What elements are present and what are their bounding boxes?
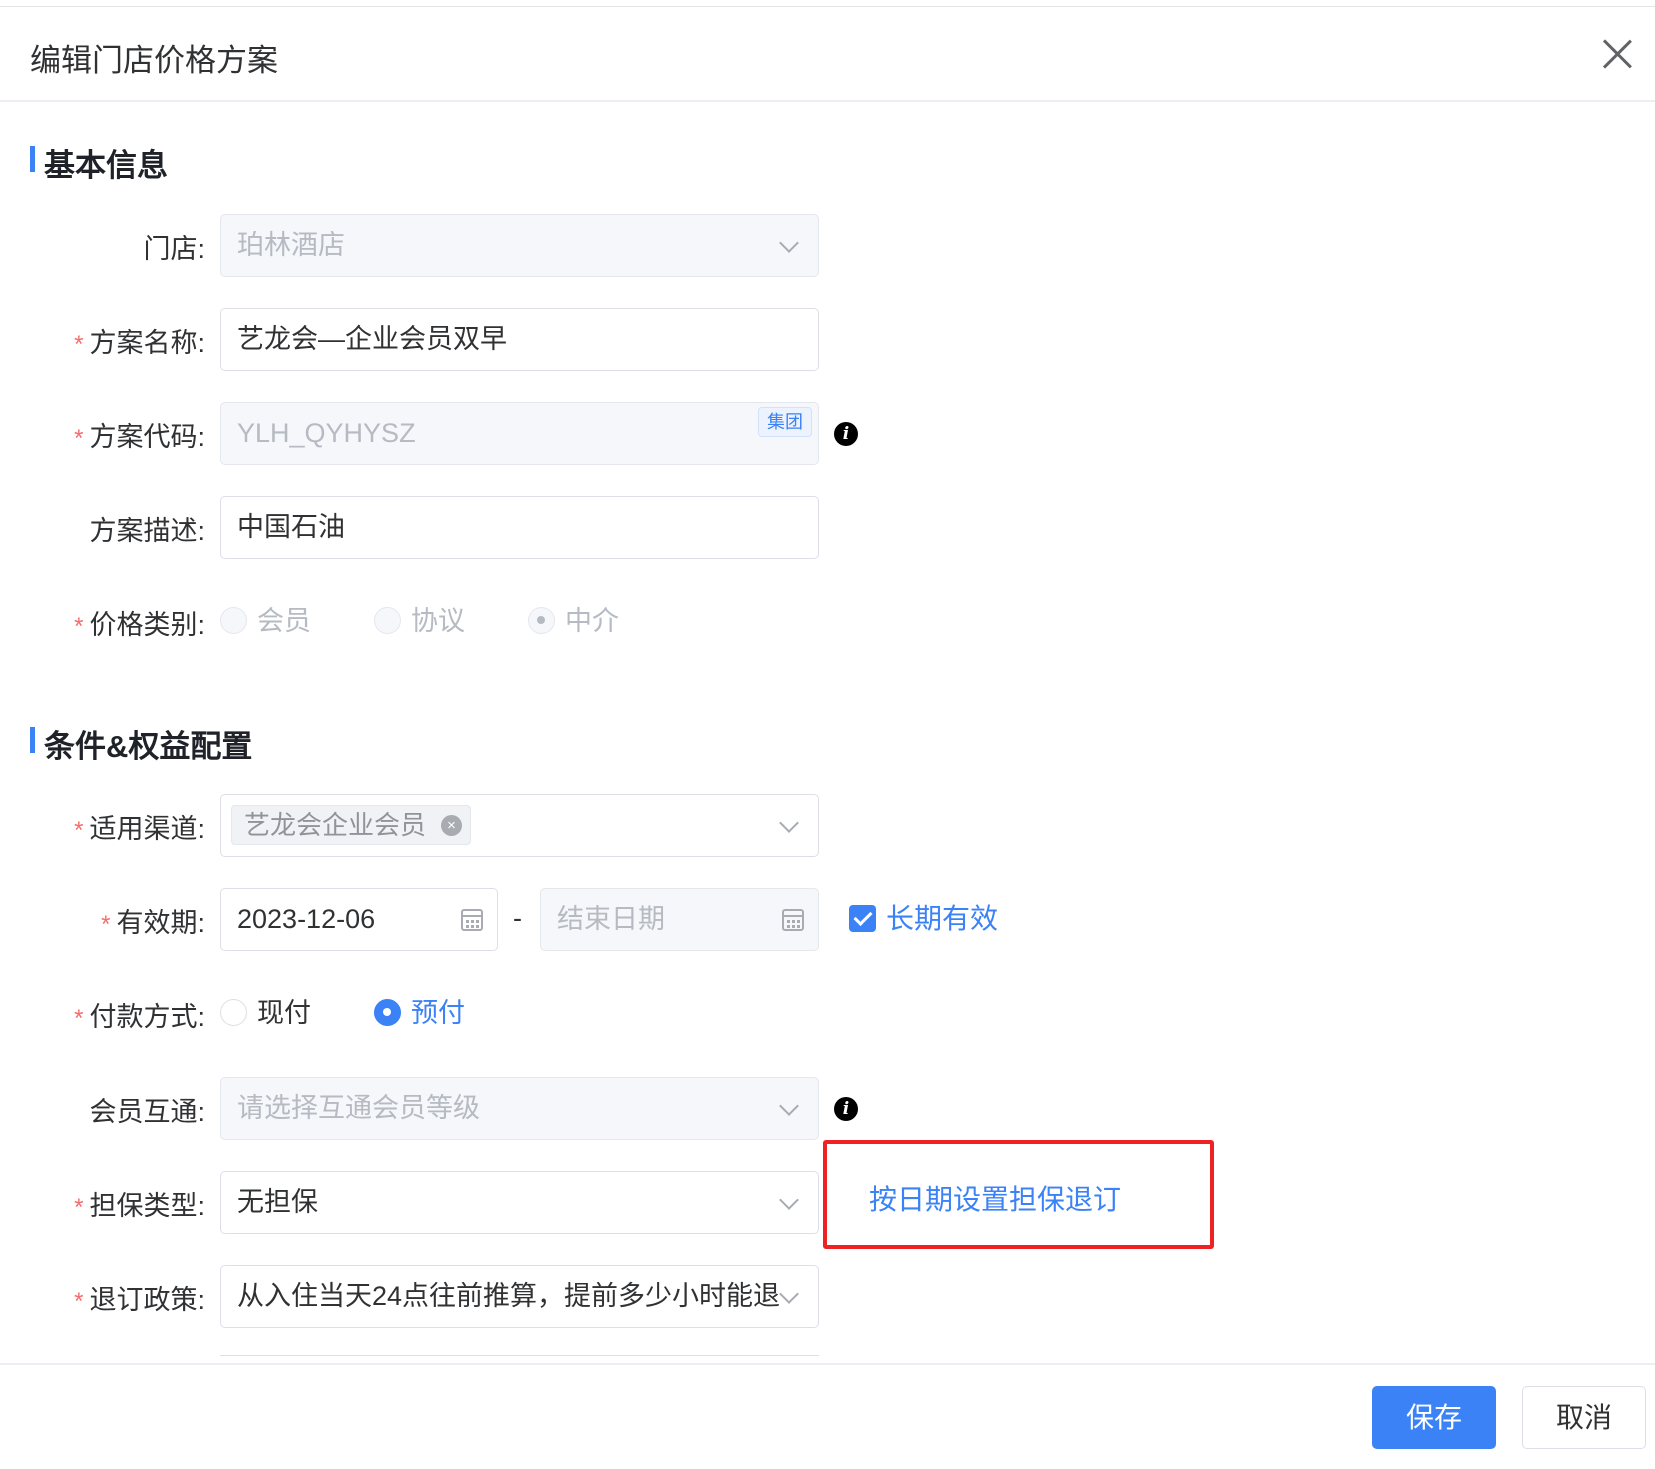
section-marker [30,146,35,172]
chevron-down-icon [779,813,799,833]
radio-circle-selected[interactable] [374,999,401,1026]
info-icon[interactable]: i [834,1097,858,1121]
radio-circle [220,607,247,634]
chevron-down-icon [779,1284,799,1304]
dialog-footer: 保存 取消 [0,1363,1655,1469]
calendar-icon [782,909,804,931]
plan-code-label: * 方案代码: [74,422,205,452]
dialog-header: 编辑门店价格方案 [0,7,1655,102]
save-button[interactable]: 保存 [1372,1386,1496,1449]
remove-icon[interactable]: × [441,815,463,836]
channel-chip: 艺龙会企业会员 × [231,805,472,845]
edit-price-plan-dialog: 编辑门店价格方案 基本信息 门店: 珀林酒店 * 方案名称: 艺龙会—企业会员双早… [0,0,1655,1469]
section-title-conditions: 条件&权益配置 [44,729,253,764]
plan-code-input: YLH_QYHYSZ 集团 [220,402,819,465]
guarantee-select[interactable]: 无担保 [220,1171,819,1234]
cancel-policy-select[interactable]: 从入住当天24点往前推算，提前多少小时能退 [220,1265,819,1328]
store-label: 门店: [143,234,205,264]
chevron-down-icon [779,1190,799,1210]
highlight-box: 按日期设置担保退订 [823,1140,1214,1249]
plan-name-label: * 方案名称: [74,328,205,358]
store-select: 珀林酒店 [220,214,819,277]
dialog-title: 编辑门店价格方案 [30,43,278,78]
channel-label: * 适用渠道: [74,814,205,844]
calendar-icon [461,909,483,931]
start-date-input[interactable]: 2023-12-06 [220,888,498,951]
channel-multiselect[interactable]: 艺龙会企业会员 × [220,794,819,857]
section-marker [30,727,35,753]
price-type-label: * 价格类别: [74,610,205,640]
member-interop-label: 会员互通: [89,1097,205,1127]
checkbox-checked[interactable] [849,905,876,932]
plan-name-input[interactable]: 艺龙会—企业会员双早 [220,308,819,371]
plan-desc-label: 方案描述: [89,516,205,546]
end-date-input: 结束日期 [540,888,819,951]
guarantee-label: * 担保类型: [74,1191,205,1221]
chevron-down-icon [779,1096,799,1116]
validity-label: * 有效期: [101,908,205,938]
section-title-basic: 基本信息 [44,148,168,183]
radio-circle [374,607,401,634]
chevron-down-icon [779,233,799,253]
plan-desc-input[interactable]: 中国石油 [220,496,819,559]
member-interop-select: 请选择互通会员等级 [220,1077,819,1140]
radio-circle[interactable] [220,999,247,1026]
close-icon[interactable] [1602,39,1632,69]
info-icon[interactable]: i [834,422,858,446]
radio-circle-selected [528,607,555,634]
group-tag: 集团 [758,407,812,437]
payment-label: * 付款方式: [74,1002,205,1032]
cancel-button[interactable]: 取消 [1522,1386,1646,1449]
set-guarantee-by-date-link[interactable]: 按日期设置担保退订 [869,1178,1121,1218]
cancel-policy-label: * 退订政策: [74,1285,205,1315]
date-separator: - [513,903,522,933]
